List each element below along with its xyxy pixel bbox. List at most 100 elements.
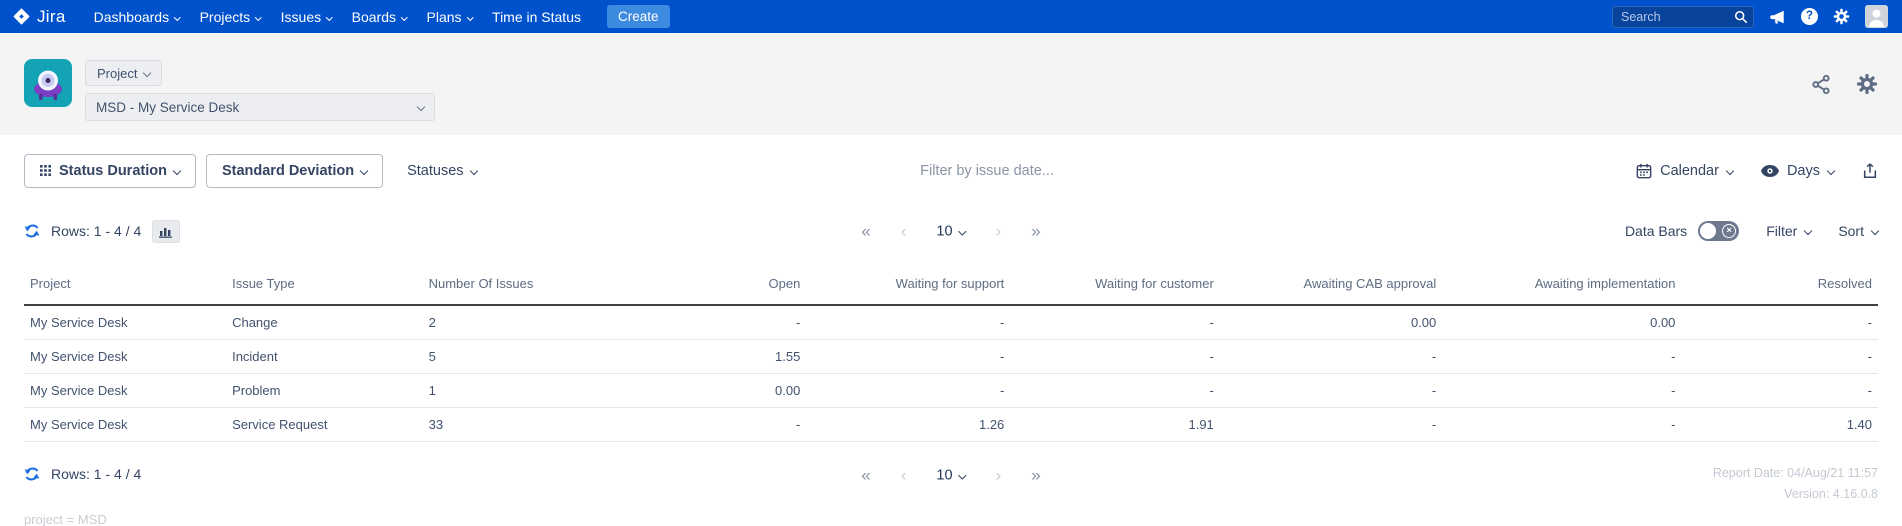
- pagination-prev-button[interactable]: ‹: [901, 467, 907, 484]
- pagination-last-button[interactable]: »: [1031, 223, 1040, 240]
- pagination-next-button[interactable]: ›: [996, 223, 1002, 240]
- table-cell: My Service Desk: [24, 373, 227, 408]
- table-cell: Incident: [226, 339, 423, 374]
- rows-count-label: Rows: 1 - 4 / 4: [51, 466, 142, 482]
- chevron-down-icon: [326, 13, 333, 20]
- project-avatar: [24, 59, 72, 107]
- chevron-down-icon: [401, 13, 408, 20]
- chevron-down-icon: [172, 166, 182, 175]
- project-select-value: MSD - My Service Desk: [96, 99, 240, 115]
- list-controls: Rows: 1 - 4 / 4 « ‹ 10 › » Data Bars × F…: [0, 217, 1902, 245]
- refresh-icon[interactable]: [24, 223, 40, 239]
- column-header-waiting-for-customer[interactable]: Waiting for customer: [1010, 268, 1220, 306]
- pagination-top: « ‹ 10 › »: [861, 223, 1040, 240]
- announcements-icon[interactable]: [1769, 9, 1786, 25]
- time-unit-dropdown[interactable]: Days: [1760, 163, 1836, 179]
- refresh-icon[interactable]: [24, 466, 40, 482]
- export-icon[interactable]: [1862, 162, 1878, 180]
- pagination-first-button[interactable]: «: [861, 467, 870, 484]
- create-button[interactable]: Create: [607, 5, 670, 28]
- navbar-search: [1612, 5, 1754, 28]
- settings-gear-icon[interactable]: [1833, 8, 1850, 25]
- chevron-down-icon: [143, 68, 152, 78]
- report-type-dropdown[interactable]: Status Duration: [24, 153, 196, 188]
- table-cell: My Service Desk: [24, 407, 227, 442]
- report-date-label: Report Date: 04/Aug/21 11:57: [1712, 466, 1878, 480]
- gadget-settings-gear-icon[interactable]: [1856, 73, 1878, 95]
- search-input[interactable]: [1612, 5, 1754, 28]
- table-cell: -: [1219, 339, 1443, 374]
- statuses-dropdown[interactable]: Statuses: [407, 162, 478, 179]
- nav-item-plans[interactable]: Plans: [427, 9, 473, 25]
- table-cell: 5: [422, 339, 608, 374]
- column-header-number-of-issues[interactable]: Number Of Issues: [422, 268, 608, 306]
- table-cell: -: [1442, 373, 1682, 408]
- table-cell: -: [1219, 373, 1443, 408]
- pagination-last-button[interactable]: »: [1031, 467, 1040, 484]
- data-bars-toggle[interactable]: ×: [1698, 221, 1740, 241]
- table-row: My Service Desk Problem 1 0.00- - - - -: [24, 373, 1878, 408]
- help-icon[interactable]: ?: [1801, 8, 1818, 25]
- calculation-label: Standard Deviation: [221, 162, 355, 179]
- table-cell: 2: [422, 305, 608, 340]
- table-cell: -: [1010, 373, 1220, 408]
- column-header-project[interactable]: Project: [24, 268, 227, 306]
- pagination-next-button[interactable]: ›: [996, 467, 1002, 484]
- column-header-awaiting-implementation[interactable]: Awaiting implementation: [1442, 268, 1682, 306]
- table-cell: -: [1442, 339, 1682, 374]
- page-size-select[interactable]: 10: [936, 223, 967, 239]
- table-row: My Service Desk Change 2- - -0.00 0.00-: [24, 305, 1878, 340]
- column-header-waiting-for-support[interactable]: Waiting for support: [806, 268, 1011, 306]
- user-avatar[interactable]: [1865, 5, 1888, 28]
- table-cell: My Service Desk: [24, 339, 227, 374]
- table-cell: 1.40: [1681, 407, 1878, 442]
- column-header-open[interactable]: Open: [607, 268, 807, 306]
- nav-item-projects[interactable]: Projects: [200, 9, 262, 25]
- navbar-menu: Dashboards Projects Issues Boards Plans: [93, 8, 473, 25]
- nav-item-label: Dashboards: [93, 8, 170, 25]
- share-icon[interactable]: [1811, 74, 1832, 95]
- nav-item-issues[interactable]: Issues: [281, 9, 333, 25]
- calendar-dropdown[interactable]: Calendar: [1636, 162, 1735, 179]
- project-select[interactable]: MSD - My Service Desk: [85, 93, 435, 121]
- statuses-label: Statuses: [407, 162, 464, 179]
- table-cell: -: [1681, 339, 1878, 374]
- filter-dropdown[interactable]: Filter: [1766, 223, 1813, 239]
- pagination-prev-button[interactable]: ‹: [901, 223, 907, 240]
- jira-logo[interactable]: Jira: [12, 7, 66, 27]
- navbar: Jira Dashboards Projects Issues Boards Plans…: [0, 0, 1902, 33]
- scope-dropdown-label: Project: [97, 65, 138, 81]
- table-row: My Service Desk Incident 5 1.55- - - - -: [24, 339, 1878, 374]
- nav-item-label: Plans: [426, 8, 462, 25]
- bar-chart-icon: [159, 227, 173, 238]
- calculation-dropdown[interactable]: Standard Deviation: [205, 153, 384, 188]
- page-size-value: 10: [936, 467, 953, 483]
- table-cell: 1.55: [607, 339, 807, 374]
- rows-count-label: Rows: 1 - 4 / 4: [51, 223, 142, 239]
- project-header: Project MSD - My Service Desk: [0, 33, 1902, 135]
- page-size-select[interactable]: 10: [936, 467, 967, 483]
- nav-item-time-in-status[interactable]: Time in Status: [492, 9, 581, 25]
- chevron-down-icon: [1826, 166, 1836, 175]
- chevron-down-icon: [958, 226, 967, 236]
- column-header-issue-type[interactable]: Issue Type: [226, 268, 423, 306]
- calendar-label: Calendar: [1660, 162, 1719, 179]
- header-row: Project Issue Type Number Of Issues Open Wai…: [24, 268, 1878, 306]
- chevron-down-icon: [1870, 226, 1880, 236]
- version-label: Version: 4.16.0.8: [1784, 486, 1878, 501]
- nav-item-dashboards[interactable]: Dashboards: [93, 8, 181, 25]
- table-cell: -: [1442, 407, 1682, 442]
- column-header-awaiting-cab-approval[interactable]: Awaiting CAB approval: [1219, 268, 1443, 306]
- jira-logo-icon: [13, 8, 30, 25]
- table-cell: Service Request: [226, 407, 423, 442]
- sort-dropdown[interactable]: Sort: [1838, 223, 1880, 239]
- column-header-resolved[interactable]: Resolved: [1681, 268, 1878, 306]
- chart-view-button[interactable]: [152, 219, 181, 243]
- nav-item-boards[interactable]: Boards: [352, 9, 408, 25]
- chevron-down-icon: [1804, 226, 1813, 236]
- scope-dropdown[interactable]: Project: [85, 60, 163, 86]
- toggle-knob: [1700, 223, 1717, 239]
- pagination-first-button[interactable]: «: [861, 223, 870, 240]
- chevron-down-icon: [416, 102, 426, 112]
- issue-date-filter[interactable]: Filter by issue date...: [920, 163, 1054, 179]
